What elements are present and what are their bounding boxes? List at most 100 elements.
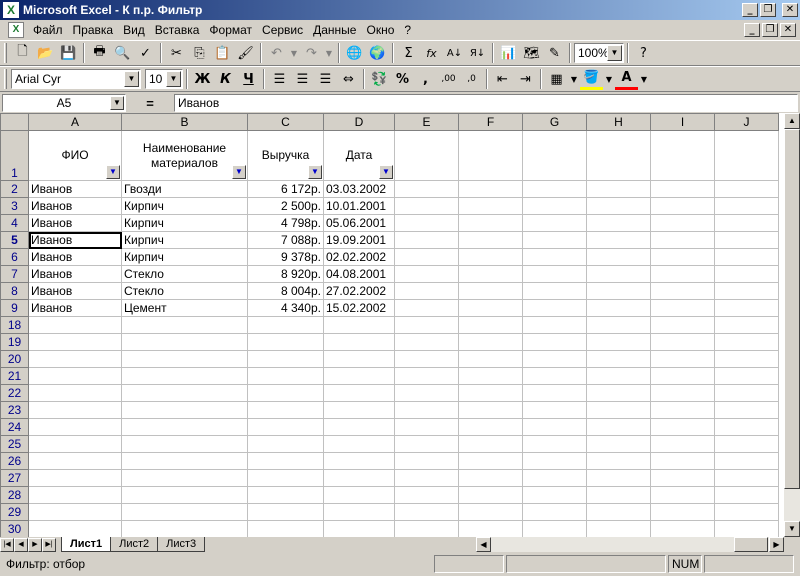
vertical-scrollbar[interactable]: ▲ ▼ (784, 113, 800, 537)
horizontal-scroll-thumb[interactable] (734, 537, 768, 552)
font-color-icon[interactable]: A (615, 68, 638, 90)
redo-icon[interactable]: ↷ (300, 42, 323, 64)
cell[interactable] (247, 333, 324, 351)
cell-fio[interactable]: Иванов (28, 248, 122, 266)
row-header[interactable]: 30 (0, 520, 29, 537)
cell[interactable] (650, 367, 715, 385)
chevron-down-icon[interactable]: ▼ (607, 45, 622, 61)
cell[interactable] (394, 367, 459, 385)
column-header-d[interactable]: D (323, 113, 395, 131)
first-sheet-icon[interactable]: |◀ (0, 537, 14, 552)
header-cell-date[interactable]: Дата ▼ (323, 130, 395, 181)
font-size-select[interactable]: 10 ▼ (145, 69, 183, 89)
cell[interactable] (394, 231, 459, 249)
cell[interactable] (650, 520, 715, 537)
cell[interactable] (586, 520, 651, 537)
vertical-scroll-thumb[interactable] (784, 129, 800, 489)
cell-date[interactable]: 02.02.2002 (323, 248, 395, 266)
column-header-e[interactable]: E (394, 113, 459, 131)
cell[interactable] (522, 486, 587, 504)
close-button[interactable]: ✕ (782, 3, 798, 17)
cell-revenue[interactable]: 8 004р. (247, 282, 324, 300)
cell[interactable] (458, 299, 523, 317)
cell[interactable] (586, 503, 651, 521)
workbook-icon[interactable]: X (8, 22, 24, 38)
column-header-a[interactable]: A (28, 113, 122, 131)
cell[interactable] (394, 418, 459, 436)
map-icon[interactable]: 🗺 (520, 42, 543, 64)
header-cell-fio[interactable]: ФИО ▼ (28, 130, 122, 181)
cell[interactable] (394, 503, 459, 521)
row-header[interactable]: 27 (0, 469, 29, 487)
cell[interactable] (458, 418, 523, 436)
cell[interactable] (247, 316, 324, 334)
cell[interactable] (458, 248, 523, 266)
row-header[interactable]: 19 (0, 333, 29, 351)
prev-sheet-icon[interactable]: ◀ (14, 537, 28, 552)
cell[interactable] (650, 435, 715, 453)
cell[interactable] (247, 503, 324, 521)
cell[interactable] (28, 367, 122, 385)
cell[interactable] (714, 197, 779, 215)
cell[interactable] (121, 520, 248, 537)
sheet-tab-1[interactable]: Лист1 (61, 537, 112, 552)
cell[interactable] (458, 333, 523, 351)
cell[interactable] (586, 401, 651, 419)
row-header[interactable]: 8 (0, 282, 29, 300)
cell[interactable] (522, 333, 587, 351)
merge-center-icon[interactable]: ⇔ (337, 68, 360, 90)
row-header[interactable]: 28 (0, 486, 29, 504)
cell[interactable] (714, 282, 779, 300)
scroll-down-icon[interactable]: ▼ (784, 521, 800, 537)
cell[interactable] (522, 299, 587, 317)
cell[interactable] (586, 435, 651, 453)
cell[interactable] (323, 469, 395, 487)
worksheet-grid[interactable]: A B C D E F G H I J 1 ФИО ▼ Наименование… (0, 113, 784, 537)
doc-restore-button[interactable]: ❐ (762, 23, 778, 37)
cell[interactable] (586, 384, 651, 402)
menu-edit[interactable]: Правка (68, 23, 119, 37)
cell-material[interactable]: Стекло (121, 282, 248, 300)
column-header-i[interactable]: I (650, 113, 715, 131)
name-box[interactable]: A5 ▼ (2, 94, 126, 112)
cell[interactable] (714, 435, 779, 453)
cell[interactable] (586, 265, 651, 283)
cell-date[interactable]: 04.08.2001 (323, 265, 395, 283)
cell[interactable] (650, 231, 715, 249)
cell[interactable] (522, 180, 587, 198)
header-cell-revenue[interactable]: Выручка ▼ (247, 130, 324, 181)
paste-icon[interactable]: 📋 (211, 42, 234, 64)
toolbar-grip[interactable] (4, 69, 7, 89)
cell[interactable] (714, 367, 779, 385)
row-header[interactable]: 7 (0, 265, 29, 283)
cell[interactable] (650, 316, 715, 334)
autosum-icon[interactable]: Σ (397, 42, 420, 64)
column-header-h[interactable]: H (586, 113, 651, 131)
cell[interactable] (28, 384, 122, 402)
align-left-icon[interactable]: ☰ (268, 68, 291, 90)
cell[interactable] (714, 214, 779, 232)
cell[interactable] (650, 503, 715, 521)
cell-material[interactable]: Кирпич (121, 248, 248, 266)
cell[interactable] (650, 265, 715, 283)
row-header[interactable]: 26 (0, 452, 29, 470)
print-preview-icon[interactable]: 🔍 (111, 42, 134, 64)
underline-button[interactable]: Ч (237, 68, 260, 90)
copy-icon[interactable]: ⎘ (188, 42, 211, 64)
cell[interactable] (247, 350, 324, 368)
cell[interactable] (28, 316, 122, 334)
cell-fio[interactable]: Иванов (28, 299, 122, 317)
cell[interactable] (323, 520, 395, 537)
italic-button[interactable]: К (214, 68, 237, 90)
cell[interactable] (121, 401, 248, 419)
cell[interactable] (458, 401, 523, 419)
cell-fio[interactable]: Иванов (28, 214, 122, 232)
cell-revenue[interactable]: 2 500р. (247, 197, 324, 215)
cell[interactable] (522, 452, 587, 470)
office-assistant-icon[interactable]: ? (632, 42, 655, 64)
increase-decimal-button[interactable]: ,00 (437, 68, 460, 90)
cell[interactable] (458, 452, 523, 470)
cell[interactable] (121, 435, 248, 453)
cell[interactable] (714, 384, 779, 402)
cell[interactable] (394, 401, 459, 419)
